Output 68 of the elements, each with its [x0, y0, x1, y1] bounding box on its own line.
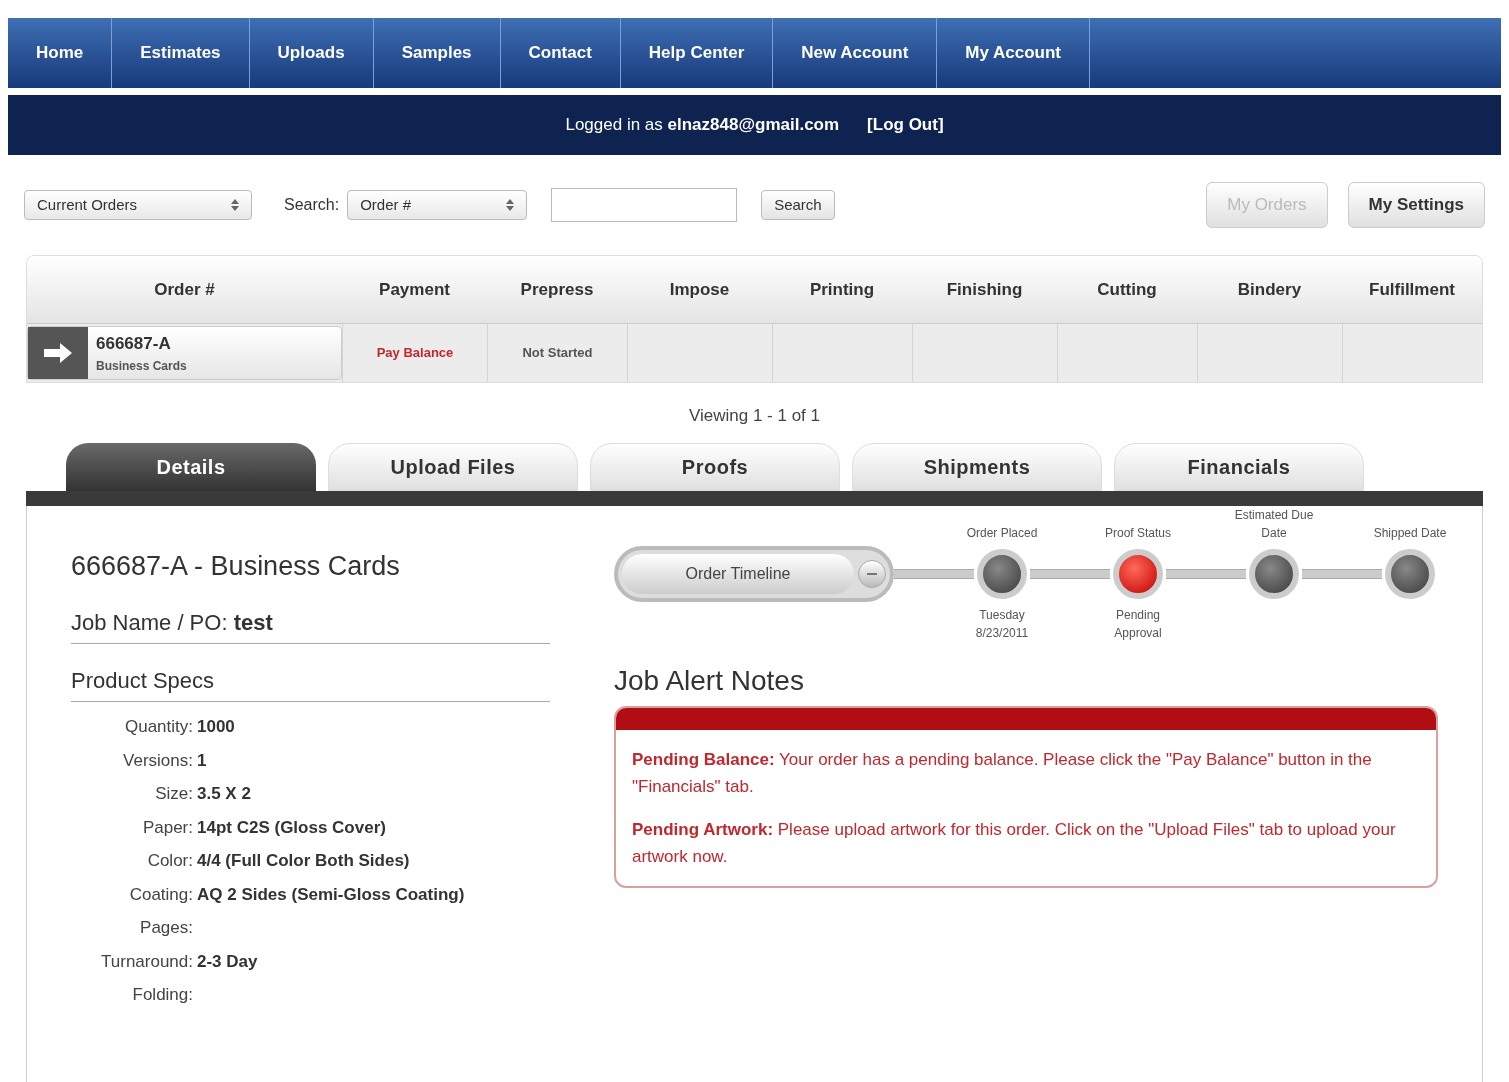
spec-label: Folding:: [131, 984, 193, 1006]
order-filter-select[interactable]: Current Orders: [24, 190, 252, 220]
tab[interactable]: Shipments: [852, 442, 1102, 491]
spec-label: Quantity:: [123, 716, 193, 738]
tab[interactable]: Details: [66, 442, 316, 491]
nav-link[interactable]: Home: [8, 18, 113, 88]
collapse-icon[interactable]: [858, 559, 886, 588]
order-title: 666687-A - Business Cards: [71, 549, 401, 583]
tab[interactable]: Proofs: [590, 442, 840, 491]
step-label: Estimated Due Date: [1233, 506, 1315, 542]
spec-label: Coating:: [128, 883, 193, 906]
alert-note: Pending Artwork: Please upload artwork for this order. Click on the "Upload Files" tab to upload your artwork now.: [632, 818, 1397, 868]
column-header: Printing: [808, 278, 876, 301]
nav-link[interactable]: Contact: [500, 18, 621, 88]
column-header: Prepress: [519, 278, 595, 301]
step-note: Pending Approval: [1113, 606, 1163, 642]
column-header: Order #: [153, 278, 216, 301]
search-label: Search:: [284, 195, 340, 215]
order-product: Business Cards: [96, 357, 187, 375]
nav-link[interactable]: New Account: [773, 18, 938, 88]
table-cell: Pay Balance: [342, 324, 487, 382]
column-header: Payment: [378, 278, 451, 301]
spec-label: Color:: [146, 850, 193, 872]
spec-label: Turnaround:: [100, 950, 193, 973]
dropdown-arrows-icon: [231, 199, 239, 211]
logout-link[interactable]: [Log Out]: [867, 112, 944, 138]
order-timeline-button[interactable]: Order Timeline: [614, 545, 894, 602]
pager-text: Viewing 1 - 1 of 1: [688, 405, 820, 427]
toolbar-button[interactable]: My Settings: [1347, 182, 1485, 228]
step-note: Tuesday 8/23/2011: [974, 606, 1030, 642]
spec-value: 2-3 Day: [197, 950, 258, 973]
spec-value: AQ 2 Sides (Semi-Gloss Coating): [197, 883, 465, 906]
alert-note: Pending Balance: Your order has a pending balance. Please click the "Pay Balance" button in the "Financials" tab.: [632, 748, 1373, 798]
login-status: Logged in as elnaz848@gmail.com: [565, 114, 840, 137]
table-cell: Not Started: [487, 324, 627, 382]
tab[interactable]: Financials: [1114, 442, 1364, 491]
section-heading: Product Specs: [71, 668, 215, 693]
search-field[interactable]: [551, 188, 738, 222]
column-header: Cutting: [1096, 278, 1158, 301]
spec-value: 1: [197, 749, 207, 772]
alerts-title: Job Alert Notes: [614, 663, 805, 698]
spec-label: Pages:: [139, 917, 193, 939]
spec-label: Size:: [154, 783, 193, 805]
nav-link[interactable]: Help Center: [620, 18, 774, 88]
order-cell[interactable]: 666687-A Business Cards: [27, 326, 342, 380]
step-label: Order Placed: [965, 524, 1039, 542]
search-button[interactable]: Search: [761, 190, 835, 220]
job-name: Job Name / PO: test: [71, 610, 273, 635]
column-header: Impose: [668, 278, 731, 301]
column-header: Finishing: [945, 278, 1024, 301]
nav-link[interactable]: Samples: [373, 18, 501, 88]
step-label: Proof Status: [1103, 524, 1172, 542]
spec-label: Versions:: [122, 749, 193, 772]
spec-label: Paper:: [141, 816, 193, 839]
nav-link[interactable]: Uploads: [249, 18, 374, 88]
dropdown-arrows-icon: [506, 199, 515, 211]
column-header: Fulfillment: [1368, 278, 1456, 301]
nav-link[interactable]: Estimates: [112, 18, 250, 88]
tab[interactable]: Upload Files: [328, 442, 578, 491]
step-label: Shipped Date: [1372, 524, 1448, 542]
spec-value: 1000: [197, 716, 235, 738]
nav-link[interactable]: My Account: [937, 18, 1091, 88]
column-header: Bindery: [1236, 278, 1303, 301]
search-by-select[interactable]: Order #: [347, 190, 528, 220]
order-number: 666687-A: [96, 333, 172, 356]
spec-value: 4/4 (Full Color Both Sides): [197, 850, 410, 872]
spec-value: 3.5 X 2: [197, 783, 251, 805]
spec-value: 14pt C2S (Gloss Cover): [197, 816, 386, 839]
